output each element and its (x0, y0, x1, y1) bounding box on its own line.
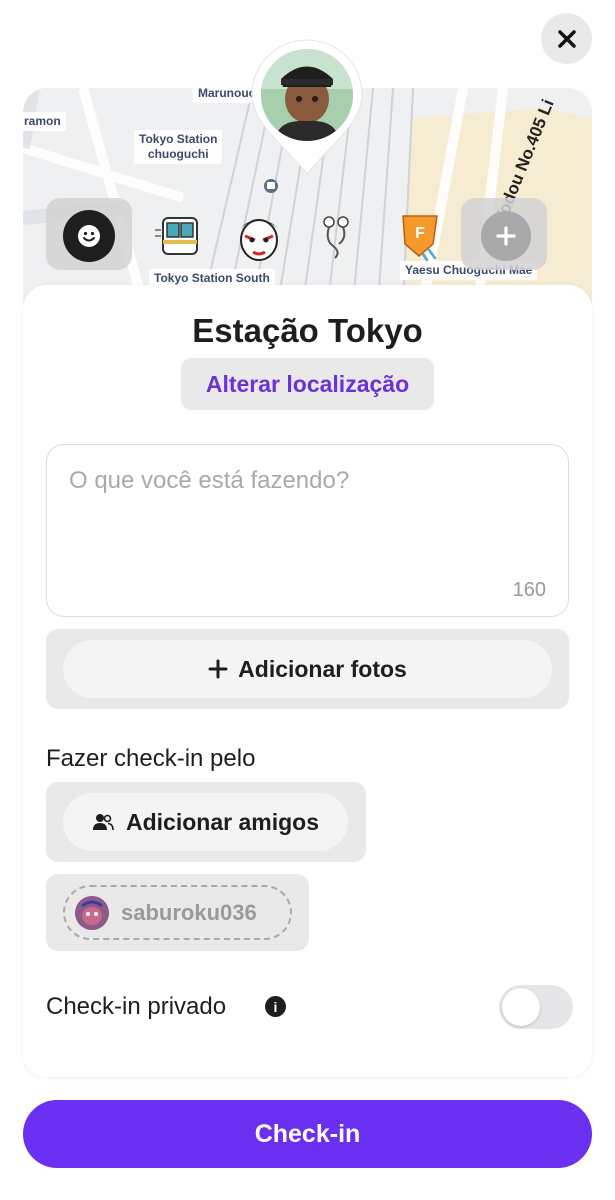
checkin-via-label: Fazer check-in pelo (46, 745, 256, 772)
status-box[interactable]: 160 (46, 444, 569, 617)
smile-icon (78, 225, 100, 247)
user-chip[interactable]: saburoku036 (63, 885, 292, 940)
add-friends-label: Adicionar amigos (126, 808, 319, 835)
user-avatar (261, 49, 353, 141)
add-photos-label: Adicionar fotos (238, 655, 407, 682)
user-chip-avatar (75, 895, 109, 930)
plus-icon (496, 226, 516, 246)
private-checkin-toggle[interactable] (499, 985, 573, 1029)
char-count: 160 (512, 579, 546, 601)
train-sticker[interactable] (153, 210, 205, 262)
people-icon (93, 814, 114, 831)
location-pin (250, 38, 364, 178)
checkin-button[interactable]: Check-in (23, 1100, 592, 1168)
checkin-card: Estação Tokyo Alterar localização 160 Ad… (23, 285, 592, 1077)
info-icon[interactable]: i (265, 996, 286, 1017)
add-sticker-button[interactable] (481, 211, 531, 261)
private-checkin-row: Check-in privado i (46, 985, 573, 1029)
kabuki-mask-sticker[interactable] (233, 210, 285, 262)
close-button[interactable] (541, 13, 592, 64)
emoji-picker-button[interactable] (63, 210, 115, 262)
add-friends-button[interactable]: Adicionar amigos (63, 793, 348, 851)
change-location-button[interactable]: Alterar localização (181, 358, 434, 410)
plus-icon (208, 659, 228, 679)
close-icon (557, 29, 576, 48)
status-input[interactable] (69, 467, 539, 577)
place-title: Estação Tokyo (192, 312, 423, 349)
earbuds-sticker[interactable] (313, 210, 365, 262)
food-pennant-sticker[interactable]: F (393, 210, 445, 262)
add-friends-container: Adicionar amigos (46, 782, 366, 862)
add-photos-container: Adicionar fotos (46, 629, 569, 709)
toggle-knob (502, 988, 540, 1026)
username-label: saburoku036 (121, 899, 257, 925)
private-checkin-label: Check-in privado (46, 993, 227, 1020)
map-label-otemon: ramon (23, 112, 66, 131)
user-chip-container: saburoku036 (46, 874, 309, 951)
svg-text:F: F (415, 225, 425, 242)
map-label-tokyo-station-chuoguchi: Tokyo Station chuoguchi (134, 130, 223, 164)
add-photos-button[interactable]: Adicionar fotos (63, 640, 552, 698)
